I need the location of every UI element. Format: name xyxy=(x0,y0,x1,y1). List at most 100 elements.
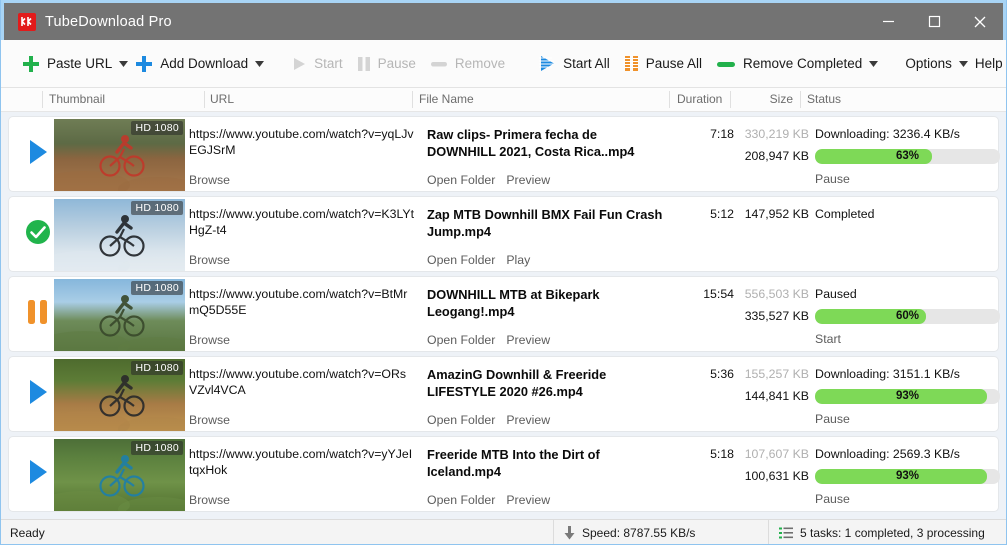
size-total: 556,503 KB xyxy=(744,287,809,301)
help-menu[interactable]: Help xyxy=(968,47,1006,81)
video-thumbnail[interactable]: HD 1080 xyxy=(54,439,185,511)
open-folder-link[interactable]: Open Folder xyxy=(427,253,495,267)
quality-badge: HD 1080 xyxy=(131,121,183,135)
minimize-button[interactable] xyxy=(865,3,911,40)
app-logo-icon xyxy=(18,12,36,31)
paste-url-dropdown[interactable] xyxy=(119,47,129,81)
row-status-text: Paused xyxy=(815,287,857,301)
remove-completed-button[interactable]: Remove Completed xyxy=(709,47,869,81)
file-name: AmazinG Downhill & Freeride LIFESTYLE 20… xyxy=(427,367,607,399)
download-list[interactable]: HD 1080 https://www.youtube.com/watch?v=y… xyxy=(1,112,1006,519)
row-state-toggle[interactable] xyxy=(23,277,53,351)
close-button[interactable] xyxy=(957,3,1003,40)
row-state-toggle[interactable] xyxy=(23,357,53,431)
column-header-status[interactable]: Status xyxy=(807,88,841,111)
row-action-link[interactable]: Pause xyxy=(815,492,850,506)
pause-button[interactable]: Pause xyxy=(350,47,423,81)
maximize-button[interactable] xyxy=(911,3,957,40)
open-folder-link[interactable]: Open Folder xyxy=(427,173,495,187)
app-window: TubeDownload Pro Paste URL Add Download … xyxy=(0,0,1007,545)
video-thumbnail[interactable]: HD 1080 xyxy=(54,359,185,431)
help-label: Help xyxy=(974,56,1003,71)
browse-link[interactable]: Browse xyxy=(189,413,230,427)
paste-url-button[interactable]: Paste URL xyxy=(15,47,119,81)
start-button[interactable]: Start xyxy=(284,47,350,81)
video-thumbnail[interactable]: HD 1080 xyxy=(54,279,185,351)
status-bar: Ready Speed: 8787.55 KB/s 5 tasks: 1 com… xyxy=(1,519,1006,544)
preview-link[interactable]: Play xyxy=(506,253,530,267)
column-header-row: Thumbnail URL File Name Duration Size St… xyxy=(1,88,1006,112)
open-folder-link[interactable]: Open Folder xyxy=(427,413,495,427)
row-state-toggle[interactable] xyxy=(23,437,53,511)
add-download-button[interactable]: Add Download xyxy=(128,47,255,81)
column-header-filename[interactable]: File Name xyxy=(419,88,474,111)
progress-bar: 63% xyxy=(815,149,1000,164)
pause-all-button[interactable]: Pause All xyxy=(617,47,709,81)
column-divider[interactable] xyxy=(669,91,670,108)
size-downloaded: 208,947 KB xyxy=(744,149,809,163)
video-duration: 5:12 xyxy=(710,207,734,221)
column-divider[interactable] xyxy=(412,91,413,108)
row-action-link[interactable]: Pause xyxy=(815,412,850,426)
size-total: 330,219 KB xyxy=(744,127,809,141)
browse-link[interactable]: Browse xyxy=(189,493,230,507)
column-divider[interactable] xyxy=(204,91,205,108)
preview-link[interactable]: Preview xyxy=(506,173,550,187)
video-url: https://www.youtube.com/watch?v=ORsVZvl4… xyxy=(189,367,406,397)
video-thumbnail[interactable]: HD 1080 xyxy=(54,119,185,191)
pause-icon xyxy=(357,56,371,72)
video-url: https://www.youtube.com/watch?v=yqLJvEGJ… xyxy=(189,127,414,157)
paste-url-label: Paste URL xyxy=(47,56,113,71)
options-menu[interactable]: Options xyxy=(898,47,959,81)
remove-dash-icon xyxy=(430,56,448,72)
column-header-duration[interactable]: Duration xyxy=(677,88,722,111)
progress-percent-label: 93% xyxy=(895,470,920,482)
browse-link[interactable]: Browse xyxy=(189,253,230,267)
download-row[interactable]: HD 1080 https://www.youtube.com/watch?v=O… xyxy=(8,356,1000,432)
downloading-play-icon xyxy=(28,459,48,490)
column-header-size[interactable]: Size xyxy=(737,88,793,111)
video-thumbnail[interactable]: HD 1080 xyxy=(54,199,185,271)
row-action-link[interactable]: Pause xyxy=(815,172,850,186)
file-name: DOWNHILL MTB at Bikepark Leogang!.mp4 xyxy=(427,287,600,319)
browse-link[interactable]: Browse xyxy=(189,173,230,187)
preview-link[interactable]: Preview xyxy=(506,333,550,347)
browse-link[interactable]: Browse xyxy=(189,333,230,347)
start-all-icon xyxy=(539,55,556,72)
downloading-play-icon xyxy=(28,139,48,170)
preview-link[interactable]: Preview xyxy=(506,493,550,507)
download-row[interactable]: HD 1080 https://www.youtube.com/watch?v=y… xyxy=(8,436,1000,512)
open-folder-link[interactable]: Open Folder xyxy=(427,493,495,507)
download-row[interactable]: HD 1080 https://www.youtube.com/watch?v=K… xyxy=(8,196,999,272)
row-state-toggle[interactable] xyxy=(23,117,53,191)
start-all-button[interactable]: Start All xyxy=(532,47,617,81)
video-duration: 5:36 xyxy=(710,367,734,381)
open-folder-link[interactable]: Open Folder xyxy=(427,333,495,347)
column-divider[interactable] xyxy=(730,91,731,108)
row-state-toggle[interactable] xyxy=(23,197,53,271)
column-divider[interactable] xyxy=(800,91,801,108)
video-duration: 15:54 xyxy=(703,287,734,301)
download-row[interactable]: HD 1080 https://www.youtube.com/watch?v=B… xyxy=(8,276,1000,352)
file-name: Freeride MTB Into the Dirt of Iceland.mp… xyxy=(427,447,600,479)
downloading-play-icon xyxy=(28,379,48,410)
download-row[interactable]: HD 1080 https://www.youtube.com/watch?v=y… xyxy=(8,116,1000,192)
pause-all-icon xyxy=(623,55,639,72)
file-name: Zap MTB Downhill BMX Fail Fun Crash Jump… xyxy=(427,207,663,239)
progress-bar: 93% xyxy=(815,469,1000,484)
column-header-url[interactable]: URL xyxy=(210,88,234,111)
add-download-dropdown[interactable] xyxy=(255,47,265,81)
size-downloaded: 144,841 KB xyxy=(744,389,809,403)
remove-button[interactable]: Remove xyxy=(423,47,512,81)
column-divider[interactable] xyxy=(42,91,43,108)
options-dropdown[interactable] xyxy=(958,47,968,81)
column-header-thumbnail[interactable]: Thumbnail xyxy=(49,88,105,111)
add-download-label: Add Download xyxy=(160,56,249,71)
row-action-link[interactable]: Start xyxy=(815,332,841,346)
remove-completed-dropdown[interactable] xyxy=(869,47,879,81)
row-status-text: Completed xyxy=(815,207,875,221)
quality-badge: HD 1080 xyxy=(131,361,183,375)
row-status-text: Downloading: 3236.4 KB/s xyxy=(815,127,960,141)
preview-link[interactable]: Preview xyxy=(506,413,550,427)
progress-percent-label: 60% xyxy=(895,310,920,322)
